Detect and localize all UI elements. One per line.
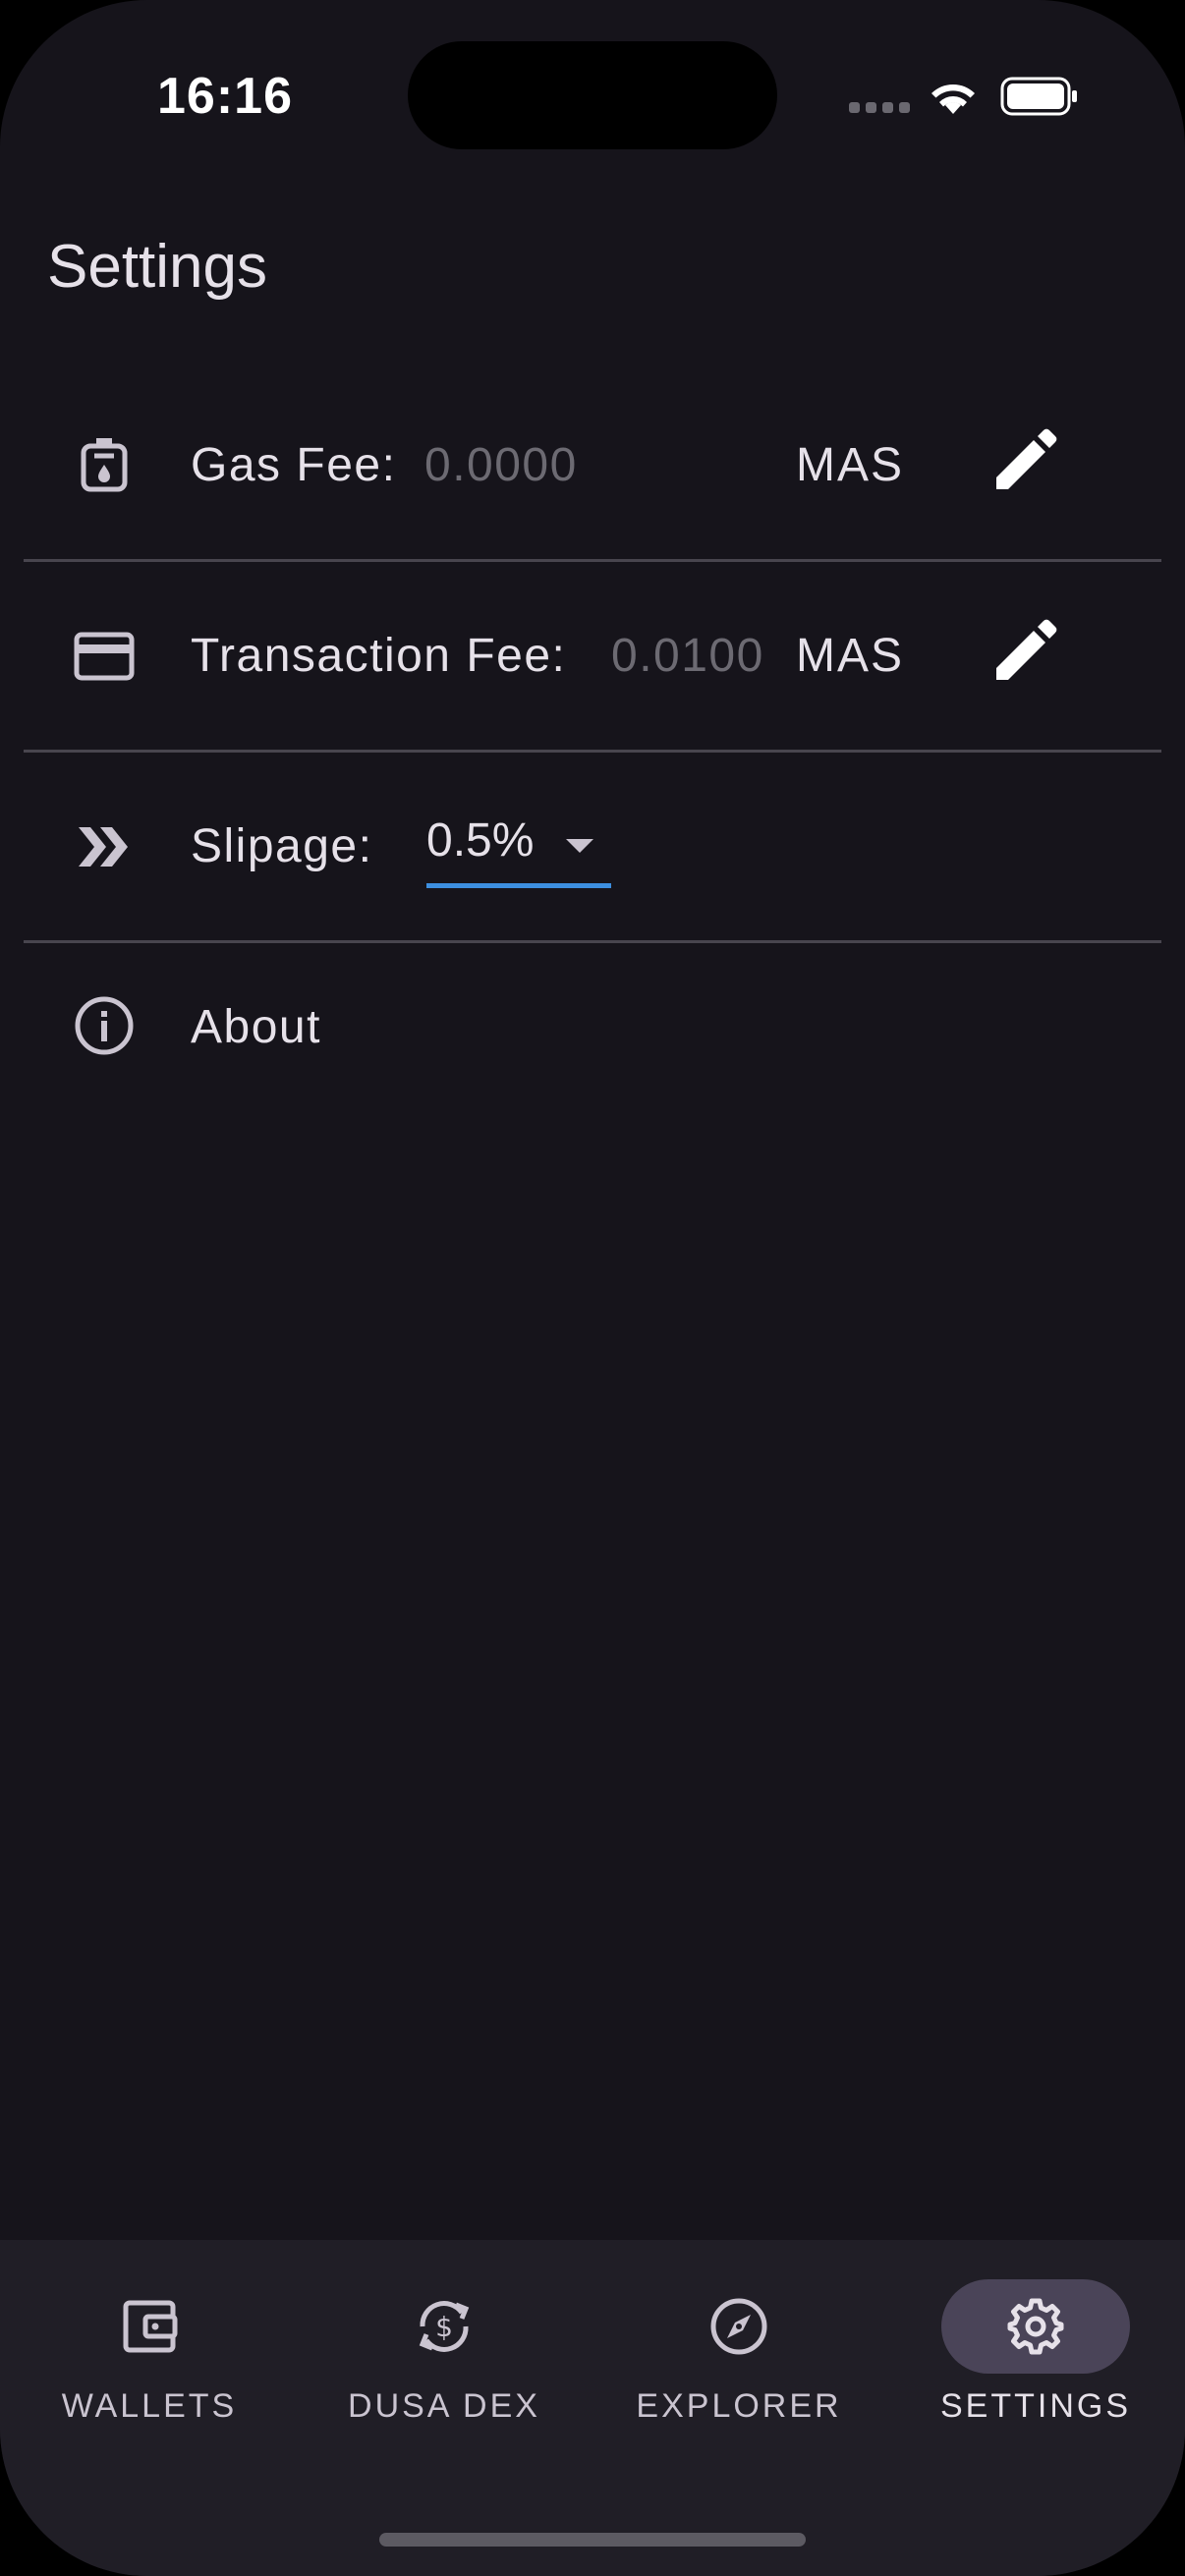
nav-label-dusa-dex: DUSA DEX xyxy=(348,2387,540,2425)
currency-exchange-icon: $ xyxy=(419,2301,470,2352)
double-chevron-right-icon xyxy=(79,827,128,867)
home-indicator[interactable] xyxy=(379,2533,806,2547)
transaction-fee-unit: MAS xyxy=(796,630,905,682)
gas-fee-input[interactable]: 0.0000 xyxy=(424,438,578,492)
nav-label-wallets: WALLETS xyxy=(61,2387,238,2425)
gas-fee-unit: MAS xyxy=(796,439,905,491)
bottom-navigation: WALLETS $ DUSA DEX EXPLORER SETTINGS xyxy=(0,2240,1185,2576)
transaction-fee-edit-button[interactable] xyxy=(985,613,1063,692)
nav-item-settings[interactable]: SETTINGS xyxy=(888,2279,1183,2456)
gear-icon xyxy=(1007,2298,1064,2355)
transaction-fee-label: Transaction Fee: xyxy=(191,630,567,682)
status-time: 16:16 xyxy=(157,68,293,125)
nav-item-dusa-dex[interactable]: $ DUSA DEX xyxy=(297,2279,592,2456)
about-label: About xyxy=(191,1001,321,1053)
cellular-signal-icon xyxy=(849,102,910,113)
slippage-row: Slipage: 0.5% xyxy=(24,753,1161,943)
gas-fee-row: Gas Fee: 0.0000 MAS xyxy=(24,371,1161,562)
svg-text:$: $ xyxy=(435,2311,453,2343)
page-title: Settings xyxy=(47,233,268,301)
wallet-icon xyxy=(123,2300,178,2353)
battery-icon xyxy=(1000,77,1077,116)
about-row[interactable]: About xyxy=(24,943,1161,1116)
gas-fee-edit-button[interactable] xyxy=(985,422,1063,501)
info-icon xyxy=(75,996,134,1055)
transaction-fee-row: Transaction Fee: 0.0100 MAS xyxy=(24,562,1161,753)
nav-item-explorer[interactable]: EXPLORER xyxy=(592,2279,886,2456)
wifi-icon xyxy=(931,84,975,114)
nav-item-wallets[interactable]: WALLETS xyxy=(2,2279,297,2456)
app-screen: 16:16 Settings Gas Fee: 0.0000 MAS Trans… xyxy=(0,0,1185,2576)
transaction-fee-input[interactable]: 0.0100 xyxy=(611,629,764,683)
slippage-label: Slipage: xyxy=(191,820,373,872)
gas-pump-icon xyxy=(81,438,128,492)
nav-label-explorer: EXPLORER xyxy=(636,2387,842,2425)
caret-down-icon xyxy=(566,839,593,853)
credit-card-icon xyxy=(74,632,135,681)
slippage-selected-value: 0.5% xyxy=(426,814,535,867)
dynamic-island xyxy=(408,41,777,149)
slippage-dropdown[interactable]: 0.5% xyxy=(426,812,611,888)
gas-fee-label: Gas Fee: xyxy=(191,439,397,491)
compass-icon xyxy=(710,2298,767,2355)
nav-label-settings: SETTINGS xyxy=(939,2387,1132,2425)
dropdown-underline xyxy=(426,883,611,888)
